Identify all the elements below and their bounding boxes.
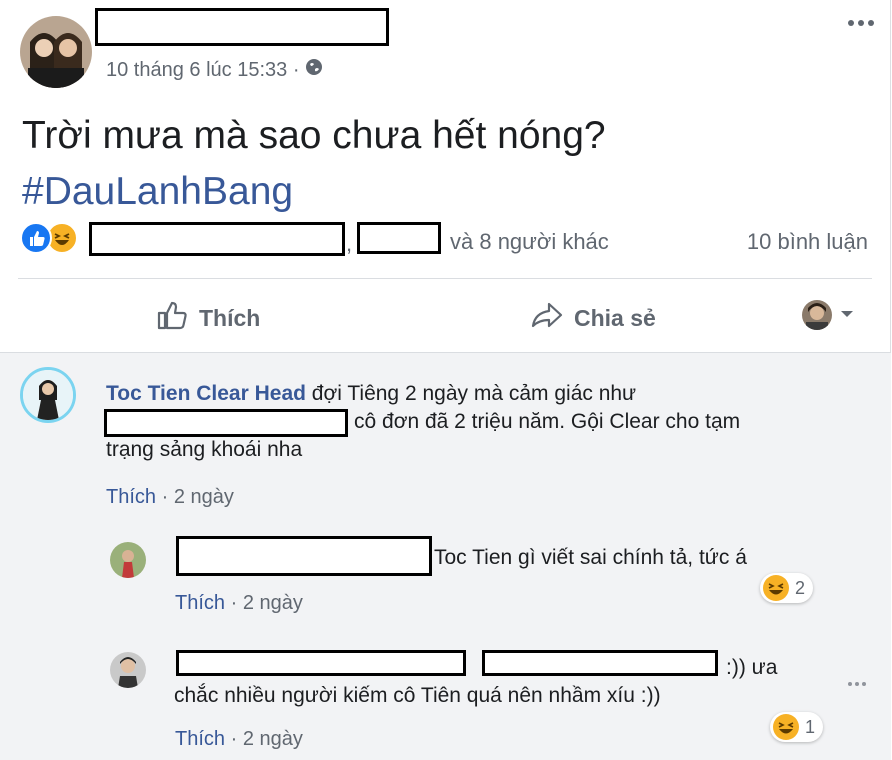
- like-button-label: Thích: [199, 304, 261, 331]
- tagged-name-redacted[interactable]: [482, 650, 718, 676]
- post-text: Trời mưa mà sao chưa hết nóng?: [22, 114, 606, 157]
- viewer-avatar: [802, 300, 832, 330]
- reply-like-link[interactable]: Thích: [175, 592, 225, 614]
- reaction-icons[interactable]: [20, 222, 78, 254]
- like-button[interactable]: Thích: [155, 298, 260, 338]
- likers-suffix[interactable]: và 8 người khác: [450, 229, 609, 255]
- share-arrow-icon: [530, 298, 564, 338]
- reply-author-redacted[interactable]: [176, 536, 432, 576]
- post-options-icon[interactable]: [848, 20, 874, 26]
- share-button-label: Chia sẻ: [574, 304, 656, 331]
- author-name-redacted[interactable]: [95, 8, 389, 46]
- reply-actions: Thích · 2 ngày: [175, 728, 303, 750]
- reply-avatar[interactable]: [110, 652, 146, 688]
- comment-like-link[interactable]: Thích: [106, 486, 156, 508]
- globe-icon[interactable]: [305, 58, 323, 82]
- reply-reaction-badge[interactable]: 1: [770, 712, 824, 742]
- chevron-down-icon: [840, 306, 854, 324]
- post-meta: 10 tháng 6 lúc 15:33 ·: [106, 58, 323, 82]
- post-hashtag[interactable]: #DauLanhBang: [22, 164, 606, 220]
- reply-options-icon[interactable]: [848, 682, 866, 686]
- comment-author[interactable]: Toc Tien Clear Head: [106, 382, 306, 405]
- reply-avatar[interactable]: [110, 542, 146, 578]
- comment-text-line1: đợi Tiêng 2 ngày mà cảm giác như: [305, 382, 637, 405]
- reply-reaction-count: 1: [805, 716, 816, 737]
- author-avatar[interactable]: [20, 16, 92, 88]
- comment-time[interactable]: 2 ngày: [174, 486, 234, 508]
- reply-reaction-count: 2: [795, 577, 806, 598]
- reply-time[interactable]: 2 ngày: [243, 592, 303, 614]
- liker-name-redacted-2[interactable]: [357, 222, 441, 254]
- reply-author-redacted[interactable]: [176, 650, 466, 676]
- comment-actions: Thích · 2 ngày: [106, 486, 234, 508]
- post-card: 10 tháng 6 lúc 15:33 · Trời mưa mà sao c…: [0, 0, 891, 760]
- comment-count[interactable]: 10 bình luận: [747, 229, 868, 255]
- thumbs-up-icon: [155, 298, 189, 338]
- stats-divider: [18, 278, 872, 279]
- like-reaction-icon: [20, 222, 52, 254]
- post-body: Trời mưa mà sao chưa hết nóng? #DauLanhB…: [22, 108, 606, 220]
- reply-actions: Thích · 2 ngày: [175, 592, 303, 614]
- audience-selector[interactable]: [802, 300, 854, 330]
- post-timestamp[interactable]: 10 tháng 6 lúc 15:33 ·: [106, 59, 299, 82]
- liker-name-redacted-1[interactable]: [89, 222, 345, 256]
- tagged-name-redacted[interactable]: [104, 409, 348, 437]
- reply-time[interactable]: 2 ngày: [243, 728, 303, 750]
- comment-text-line3: trạng sảng khoái nha: [106, 438, 303, 461]
- haha-reaction-icon: [763, 575, 789, 601]
- share-button[interactable]: Chia sẻ: [530, 298, 656, 338]
- reply-like-link[interactable]: Thích: [175, 728, 225, 750]
- haha-reaction-icon: [773, 714, 799, 740]
- reply-text-line2: chắc nhiều người kiếm cô Tiên quá nên nh…: [174, 684, 661, 707]
- reply-reaction-badge[interactable]: 2: [760, 573, 814, 603]
- commenter-avatar[interactable]: [20, 367, 76, 423]
- liker-separator: ,: [346, 231, 353, 256]
